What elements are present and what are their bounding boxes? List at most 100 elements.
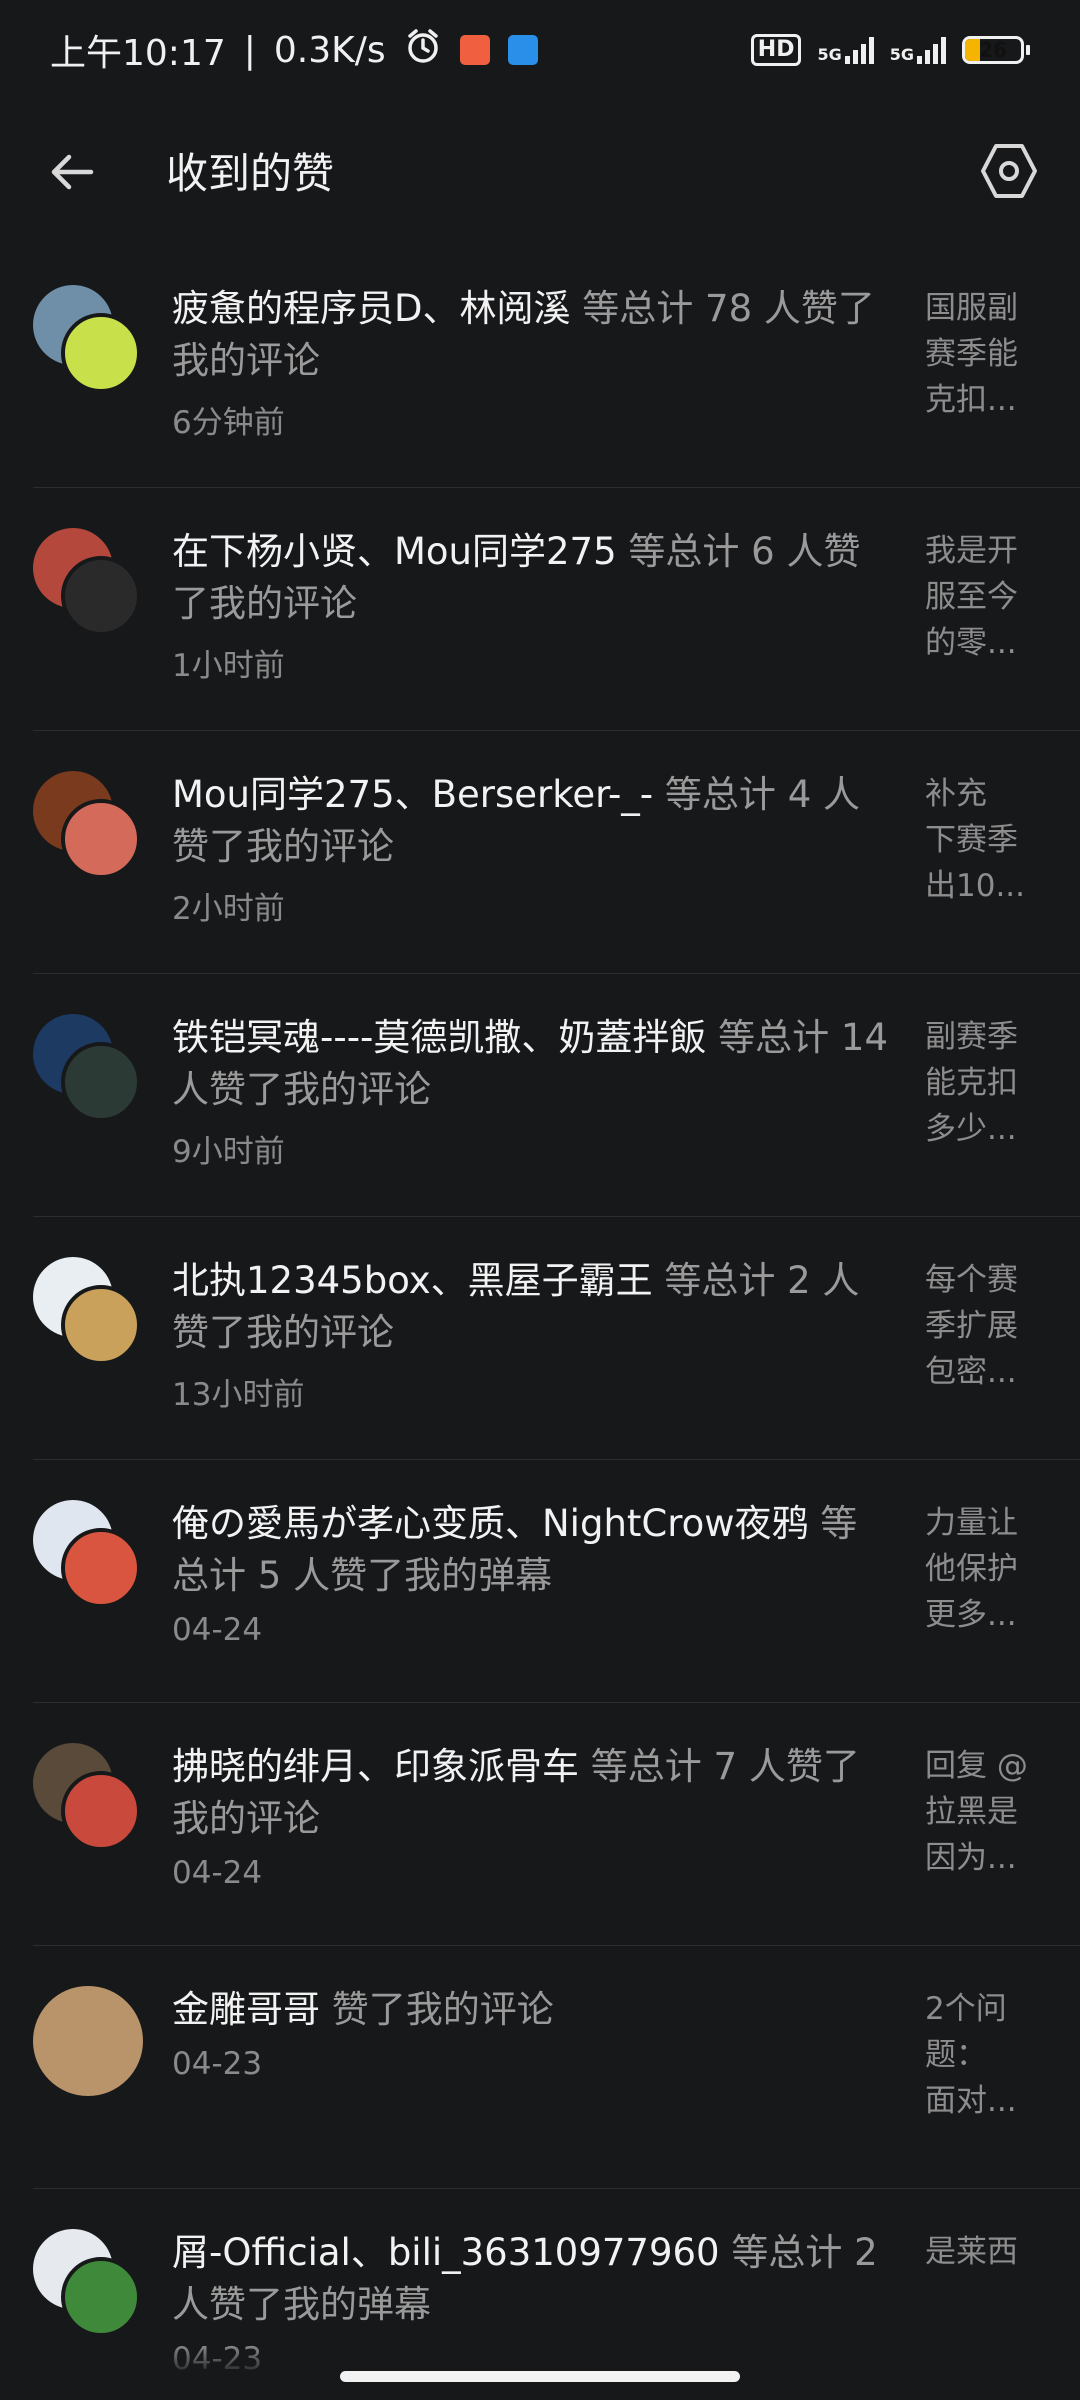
comment-preview[interactable]: 回复 @ 拉黑是因为... [925,1743,1043,1881]
signal-1: 5G [817,36,874,64]
user-names[interactable]: 金雕哥哥 [172,1988,320,2031]
avatar-group[interactable] [33,285,143,395]
back-button[interactable] [42,142,102,202]
like-notification-item[interactable]: Mou同学275、Berserker-_- 等总计 4 人赞了我的评论 2小时前 补… [0,731,1080,974]
home-indicator[interactable] [340,2371,740,2382]
preview-line: 回复 @ [925,1748,1028,1784]
notification-text: 在下杨小贤、Mou同学275 等总计 6 人赞了我的评论 [172,526,892,630]
preview-line: 季扩展 [925,1308,1018,1344]
avatar-group[interactable] [33,1986,143,2096]
notification-content: 俺の愛馬が孝心变质、NightCrow夜鸦 等总计 5 人赞了我的弹幕 04-24 [172,1498,892,1648]
comment-preview[interactable]: 国服副 赛季能 克扣... [925,285,1043,423]
comment-preview[interactable]: 是莱西 [925,2229,1043,2275]
avatar[interactable] [61,313,141,393]
user-names[interactable]: 屑-Official、bili_36310977960 [172,2231,720,2274]
app-notification-icon [459,35,490,65]
preview-line: 国服副 [925,290,1018,326]
user-names[interactable]: 在下杨小贤、Mou同学275 [172,530,617,573]
like-notification-item[interactable]: 铁铠冥魂----莫德凯撒、奶蓋拌飯 等总计 14 人赞了我的评论 9小时前 副赛季能… [0,974,1080,1217]
notification-content: 北执12345box、黑屋子霸王 等总计 2 人赞了我的评论 13小时前 [172,1255,892,1414]
action-text: 赞了我的评论 [320,1988,554,2031]
notification-text: 俺の愛馬が孝心变质、NightCrow夜鸦 等总计 5 人赞了我的弹幕 [172,1498,892,1602]
preview-line: 更多... [925,1597,1017,1633]
comment-preview[interactable]: 2个问 题： 面对... [925,1986,1043,2124]
notification-text: 疲惫的程序员D、林阅溪 等总计 78 人赞了我的评论 [172,283,892,387]
back-arrow-icon [51,154,94,190]
notification-content: 拂晓的绯月、印象派骨车 等总计 7 人赞了我的评论 04-24 [172,1741,892,1891]
timestamp: 9小时前 [172,1134,285,1170]
preview-line: 多少... [925,1111,1017,1147]
notification-text: 铁铠冥魂----莫德凯撒、奶蓋拌飯 等总计 14 人赞了我的评论 [172,1012,892,1116]
timestamp: 1小时前 [172,648,285,684]
preview-line: 题： [925,2037,987,2073]
timestamp: 04-24 [172,1855,263,1891]
avatar[interactable] [61,1771,141,1851]
avatar[interactable] [61,1528,141,1608]
signal-2: 5G [890,36,946,64]
battery-level: 26 [979,38,1007,62]
notification-content: 铁铠冥魂----莫德凯撒、奶蓋拌飯 等总计 14 人赞了我的评论 9小时前 [172,1012,892,1171]
comment-preview[interactable]: 每个赛季扩展包密... [925,1257,1043,1395]
preview-line: 因为... [925,1840,1017,1876]
comment-preview[interactable]: 副赛季 能克扣 多少... [925,1014,1043,1152]
preview-line: 下赛季 [925,822,1018,858]
timestamp: 04-24 [172,1612,263,1648]
notification-content: Mou同学275、Berserker-_- 等总计 4 人赞了我的评论 2小时前 [172,769,892,928]
notification-text: Mou同学275、Berserker-_- 等总计 4 人赞了我的评论 [172,769,892,873]
comment-preview[interactable]: 我是开服至今的零... [925,528,1043,666]
status-bar-left: 上午10:17 | 0.3K/s [50,24,538,76]
like-notification-item[interactable]: 拂晓的绯月、印象派骨车 等总计 7 人赞了我的评论 04-24 回复 @ 拉黑是因为.… [0,1703,1080,1946]
preview-line: 的零... [925,625,1017,661]
avatar[interactable] [61,799,141,879]
like-notification-item[interactable]: 北执12345box、黑屋子霸王 等总计 2 人赞了我的评论 13小时前 每个赛季扩… [0,1217,1080,1460]
settings-hexagon-icon [981,144,1037,198]
page-title: 收到的赞 [166,149,335,198]
user-names[interactable]: 铁铠冥魂----莫德凯撒、奶蓋拌飯 [172,1016,706,1059]
user-names[interactable]: 北执12345box、黑屋子霸王 [172,1259,653,1302]
avatar[interactable] [61,2257,141,2337]
avatar-group[interactable] [33,1743,143,1853]
preview-line: 服至今 [925,579,1018,615]
avatar-group[interactable] [33,2229,143,2339]
avatar-group[interactable] [33,1257,143,1367]
alarm-icon [404,27,442,74]
like-notification-item[interactable]: 俺の愛馬が孝心变质、NightCrow夜鸦 等总计 5 人赞了我的弹幕 04-24… [0,1460,1080,1703]
preview-line: 每个赛 [925,1262,1018,1298]
avatar[interactable] [61,556,141,636]
upload-notification-icon [507,35,538,65]
like-notification-item[interactable]: 金雕哥哥 赞了我的评论 04-23 2个问 题： 面对... [0,1946,1080,2189]
avatar[interactable] [61,1042,141,1122]
user-names[interactable]: 拂晓的绯月、印象派骨车 [172,1745,579,1788]
avatar-group[interactable] [33,1014,143,1124]
signal-bars-icon [844,36,874,64]
avatar[interactable] [61,1285,141,1365]
preview-line: 克扣... [925,382,1017,418]
user-names[interactable]: 疲惫的程序员D、林阅溪 [172,287,571,330]
user-names[interactable]: Mou同学275、Berserker-_- [172,773,653,816]
comment-preview[interactable]: 补充 下赛季 出10... [925,771,1043,909]
comment-preview[interactable]: 力量让 他保护 更多... [925,1500,1043,1638]
like-notification-item[interactable]: 在下杨小贤、Mou同学275 等总计 6 人赞了我的评论 1小时前 我是开服至今的零… [0,488,1080,731]
status-net-speed: 0.3K/s [273,29,386,71]
like-notification-item[interactable]: 疲惫的程序员D、林阅溪 等总计 78 人赞了我的评论 6分钟前 国服副 赛季能 克扣..… [0,245,1080,488]
avatar[interactable] [33,1986,143,2096]
preview-line: 包密... [925,1354,1017,1390]
preview-line: 拉黑是 [925,1794,1018,1830]
status-separator: | [243,29,256,71]
preview-line: 力量让 [925,1505,1018,1541]
avatar-group[interactable] [33,771,143,881]
preview-line: 面对... [925,2083,1017,2119]
notification-text: 拂晓的绯月、印象派骨车 等总计 7 人赞了我的评论 [172,1741,892,1845]
notification-text: 北执12345box、黑屋子霸王 等总计 2 人赞了我的评论 [172,1255,892,1359]
timestamp: 04-23 [172,2046,263,2082]
status-time: 上午10:17 [50,33,226,74]
settings-button[interactable] [974,136,1044,206]
preview-line: 补充 [925,776,987,812]
likes-list: 疲惫的程序员D、林阅溪 等总计 78 人赞了我的评论 6分钟前 国服副 赛季能 克扣..… [0,245,1080,2400]
user-names[interactable]: 俺の愛馬が孝心变质、NightCrow夜鸦 [172,1502,809,1545]
preview-line: 我是开 [925,533,1018,569]
notification-content: 疲惫的程序员D、林阅溪 等总计 78 人赞了我的评论 6分钟前 [172,283,892,442]
avatar-group[interactable] [33,1500,143,1610]
preview-line: 是莱西 [925,2234,1018,2270]
avatar-group[interactable] [33,528,143,638]
